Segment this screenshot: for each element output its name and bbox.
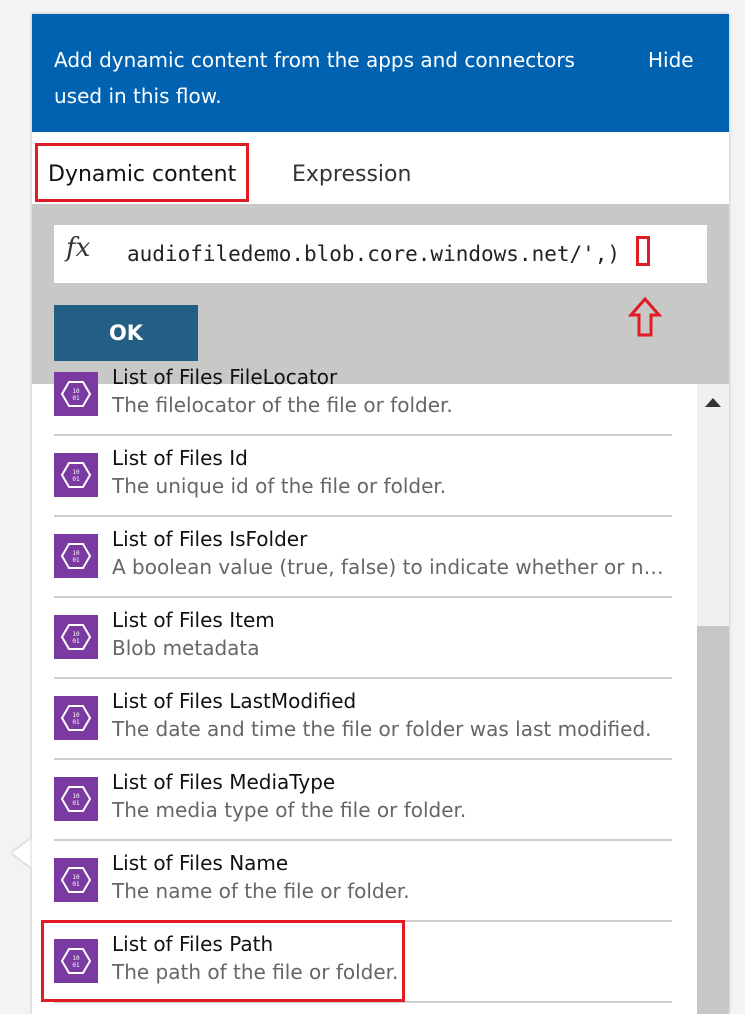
list-item[interactable]: 10 01 List of Files Id The unique id of t… [54,435,672,517]
expression-input[interactable]: fx audiofiledemo.blob.core.windows.net/'… [54,225,707,283]
panel-pointer [12,838,32,868]
item-description: The unique id of the file or folder. [112,474,447,498]
svg-text:10: 10 [72,712,80,719]
list-item[interactable]: 10 01 List of Files IsFolder A boolean va… [54,516,672,598]
blob-storage-icon: 10 01 [54,696,98,740]
item-description: Blob metadata [112,636,260,660]
svg-text:10: 10 [72,955,80,962]
blob-storage-icon: 10 01 [54,534,98,578]
item-description: The name of the file or folder. [112,879,410,903]
blob-storage-icon: 10 01 [54,939,98,983]
scrollbar-thumb[interactable] [697,626,729,1014]
item-title: List of Files Name [112,851,289,875]
svg-text:01: 01 [72,719,80,726]
blob-storage-icon: 10 01 [54,777,98,821]
list-item[interactable]: 10 01 List of Files Name The name of the … [54,840,672,922]
item-description: The media type of the file or folder. [112,798,467,822]
blob-storage-icon: 10 01 [54,858,98,902]
svg-text:01: 01 [72,476,80,483]
list-item[interactable]: 10 01 List of Files LastModified The date… [54,678,672,760]
tab-label: Dynamic content [48,162,237,187]
tab-bar: Dynamic content Expression [32,132,729,204]
svg-text:10: 10 [72,793,80,800]
svg-text:01: 01 [72,881,80,888]
fx-icon: fx [66,233,91,263]
list-item[interactable]: 10 01 List of Files FileLocator The filel… [54,354,672,436]
svg-text:10: 10 [72,631,80,638]
up-arrow-icon [628,296,662,337]
item-description: The filelocator of the file or folder. [112,393,453,417]
blob-storage-icon: 10 01 [54,615,98,659]
blob-storage-icon: 10 01 [54,372,98,416]
item-title: List of Files Item [112,608,275,632]
dynamic-content-panel: Add dynamic content from the apps and co… [32,14,729,1014]
svg-text:10: 10 [72,874,80,881]
svg-text:10: 10 [72,388,80,395]
svg-text:01: 01 [72,638,80,645]
tab-expression[interactable]: Expression [292,144,411,206]
list-item[interactable]: 10 01 List of Files Path The path of the … [54,921,672,1003]
item-title: List of Files IsFolder [112,527,308,551]
list-scrollbar[interactable] [697,384,729,1014]
header-description: Add dynamic content from the apps and co… [54,48,575,108]
panel-header: Add dynamic content from the apps and co… [32,14,729,132]
tab-dynamic-content[interactable]: Dynamic content [35,143,249,206]
svg-text:01: 01 [72,557,80,564]
dynamic-content-list: 10 01 List of Files FileLocator The filel… [32,365,729,1014]
item-description: The path of the file or folder. [112,960,399,984]
expression-text[interactable]: audiofiledemo.blob.core.windows.net/',) [127,225,707,283]
item-title: List of Files Path [112,932,274,956]
comma-highlight [636,236,650,266]
item-description: The date and time the file or folder was… [112,717,652,741]
svg-text:10: 10 [72,469,80,476]
svg-text:01: 01 [72,800,80,807]
list-item[interactable]: 10 01 List of Files MediaType The media t… [54,759,672,841]
hide-button[interactable]: Hide [648,42,694,78]
item-title: List of Files FileLocator [112,365,338,389]
item-title: List of Files LastModified [112,689,357,713]
item-title: List of Files Id [112,446,248,470]
tab-label: Expression [292,162,412,187]
list-item[interactable]: 10 01 List of Files Item Blob metadata [54,597,672,679]
item-title: List of Files MediaType [112,770,336,794]
blob-storage-icon: 10 01 [54,453,98,497]
item-description: A boolean value (true, false) to indicat… [112,555,668,579]
svg-text:10: 10 [72,550,80,557]
ok-button[interactable]: OK [54,305,198,361]
svg-text:01: 01 [72,962,80,969]
scroll-up-arrow-icon[interactable] [705,398,721,407]
svg-text:01: 01 [72,395,80,402]
